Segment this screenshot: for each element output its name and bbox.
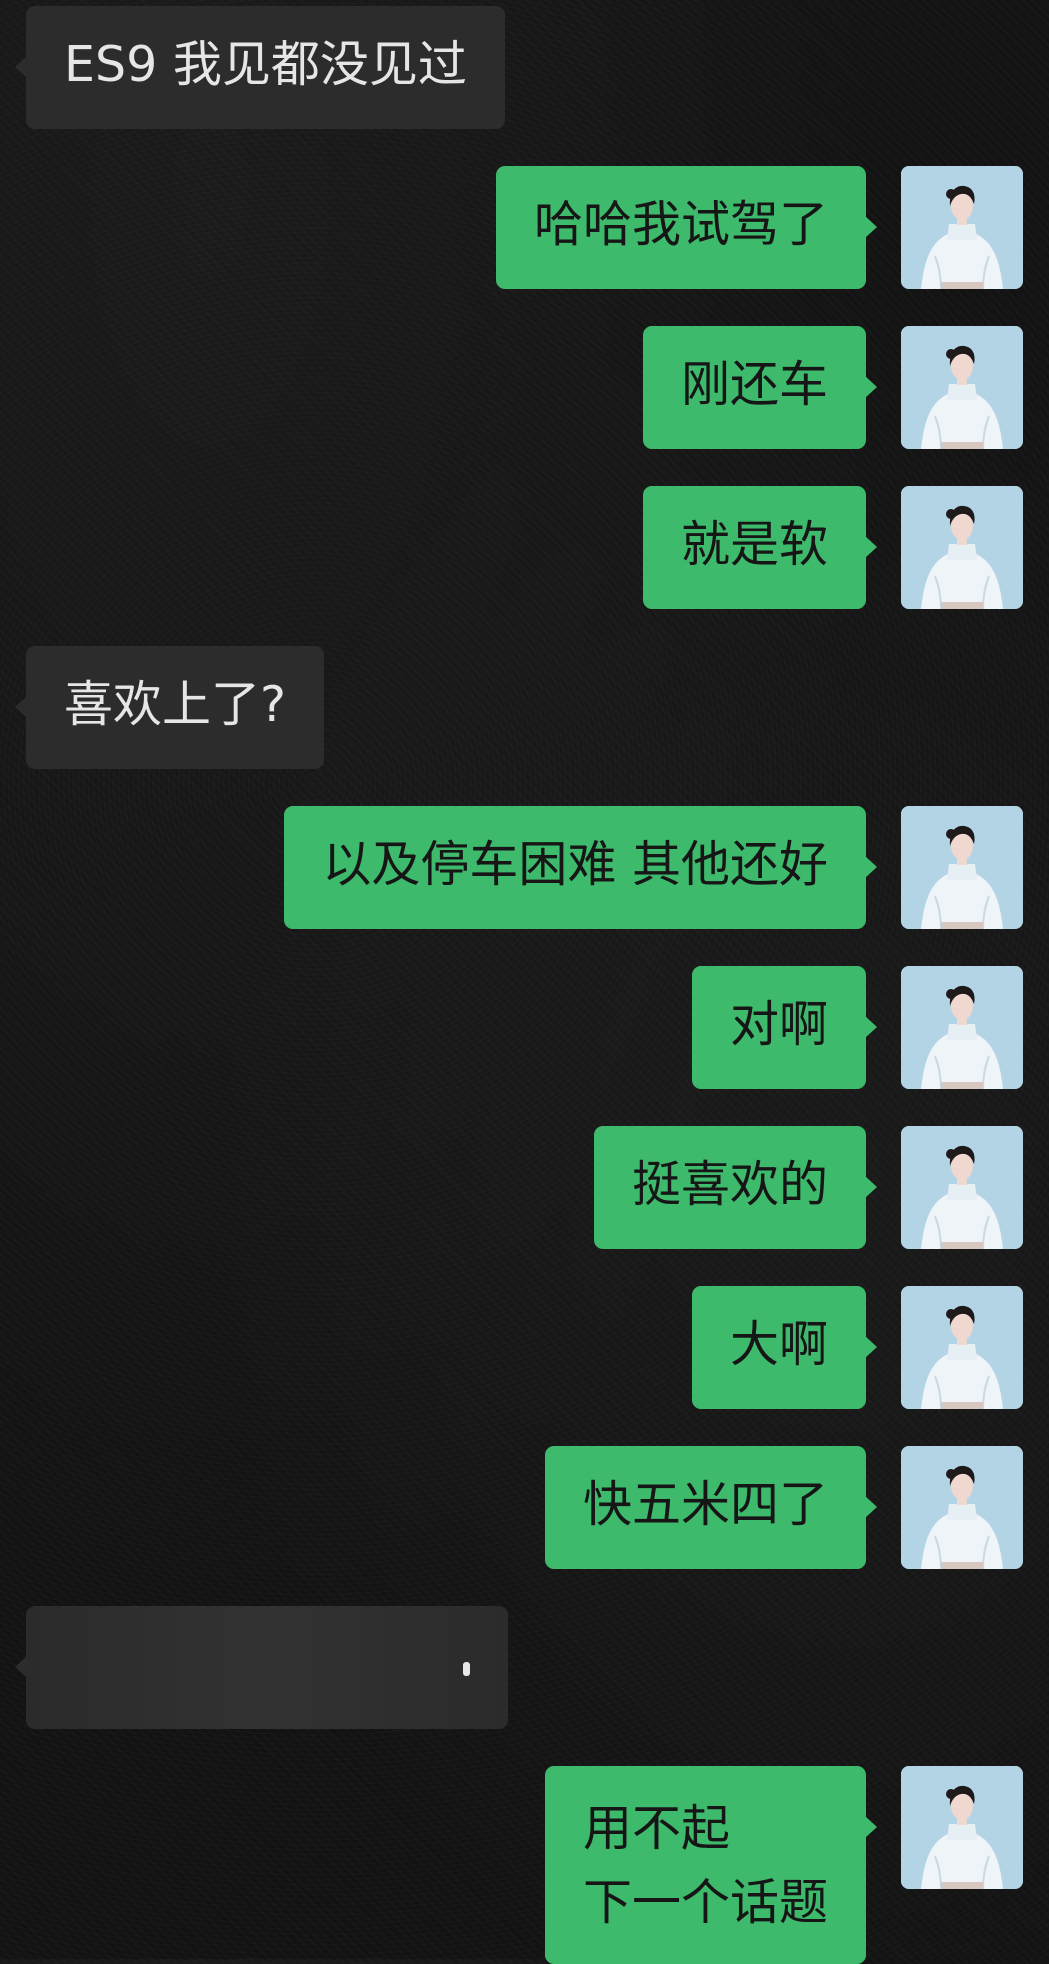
message-row-incoming xyxy=(0,1606,1049,1731)
outgoing-message-bubble[interactable]: 以及停车困难 其他还好 xyxy=(284,806,877,929)
message-row-outgoing: 以及停车困难 其他还好 xyxy=(0,806,1049,931)
message-row-outgoing: 用不起 下一个话题 xyxy=(0,1766,1049,1964)
user-avatar-icon[interactable] xyxy=(901,1286,1023,1409)
user-avatar-icon[interactable] xyxy=(901,1446,1023,1569)
outgoing-message-bubble[interactable]: 对啊 xyxy=(691,966,878,1089)
user-avatar-icon[interactable] xyxy=(901,166,1023,289)
message-row-outgoing: 快五米四了 xyxy=(0,1446,1049,1571)
message-row-outgoing: 挺喜欢的 xyxy=(0,1126,1049,1251)
message-row-outgoing: 刚还车 xyxy=(0,326,1049,451)
outgoing-message-bubble[interactable]: 大啊 xyxy=(691,1286,878,1409)
user-avatar-icon[interactable] xyxy=(901,1126,1023,1249)
outgoing-message-bubble[interactable]: 用不起 下一个话题 xyxy=(544,1766,878,1964)
outgoing-message-bubble[interactable]: 刚还车 xyxy=(642,326,878,449)
user-avatar-icon[interactable] xyxy=(901,486,1023,609)
message-row-incoming: ES9 我见都没见过 xyxy=(0,6,1049,131)
message-row-outgoing: 对啊 xyxy=(0,966,1049,1091)
user-avatar-icon[interactable] xyxy=(901,806,1023,929)
user-avatar-icon[interactable] xyxy=(901,1766,1023,1889)
outgoing-message-bubble[interactable]: 挺喜欢的 xyxy=(593,1126,878,1249)
chat-message-list[interactable]: ES9 我见都没见过 哈哈我试驾了 刚还车 就是软 喜欢上了? 以及停车困难 其… xyxy=(0,0,1049,1964)
user-avatar-icon[interactable] xyxy=(901,966,1023,1089)
message-row-outgoing: 就是软 xyxy=(0,486,1049,611)
message-row-incoming: 喜欢上了? xyxy=(0,646,1049,771)
incoming-message-bubble[interactable]: 喜欢上了? xyxy=(14,646,325,769)
text-cursor-mark xyxy=(463,1662,470,1676)
outgoing-message-bubble[interactable]: 就是软 xyxy=(642,486,878,609)
incoming-message-bubble[interactable]: ES9 我见都没见过 xyxy=(15,6,505,129)
message-row-outgoing: 大啊 xyxy=(0,1286,1049,1411)
outgoing-message-bubble[interactable]: 快五米四了 xyxy=(544,1446,878,1569)
redacted-message-bubble[interactable] xyxy=(15,1606,508,1729)
user-avatar-icon[interactable] xyxy=(901,326,1023,449)
outgoing-message-bubble[interactable]: 哈哈我试驾了 xyxy=(495,166,878,289)
message-row-outgoing: 哈哈我试驾了 xyxy=(0,166,1049,291)
